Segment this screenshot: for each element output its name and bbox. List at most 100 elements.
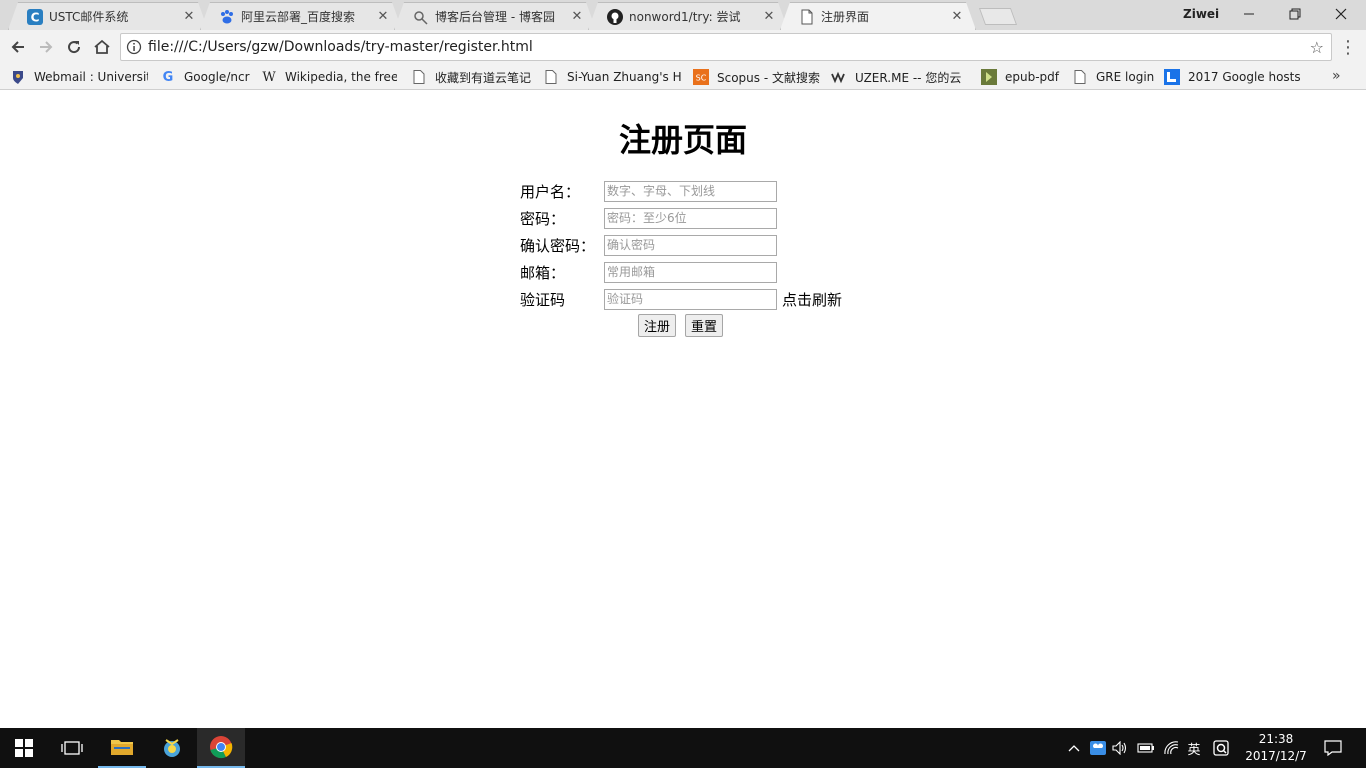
username-input[interactable] [604,180,777,202]
bookmark-google[interactable]: G Google/ncr [160,68,252,86]
action-center-icon[interactable] [1320,728,1346,768]
tab-cnblogs[interactable]: 博客后台管理 - 博客园 ✕ [394,2,596,30]
tab-ustc-mail[interactable]: C USTC邮件系统 ✕ [8,2,208,30]
tab-github[interactable]: nonword1/try: 尝试 ✕ [588,2,788,30]
wifi-icon[interactable] [1160,728,1182,768]
home-button[interactable] [90,35,114,59]
reset-button[interactable]: 重置 [685,314,724,337]
bookmark-label: epub-pdf [1005,70,1060,84]
epub-icon [981,69,997,85]
address-bar[interactable]: file:///C:/Users/gzw/Downloads/try-maste… [120,33,1332,61]
reload-button[interactable] [62,35,86,59]
cnblogs-icon [413,9,429,25]
restore-icon [1289,8,1301,20]
bookmark-label: UZER.ME -- 您的云 [855,70,962,85]
bookmark-google-hosts[interactable]: 2017 Google hosts [1164,68,1300,86]
cloud-sync-icon[interactable] [1088,728,1108,768]
forward-arrow-icon [40,41,53,53]
bookmark-label: 2017 Google hosts [1188,70,1300,84]
password-label: 密码： [520,209,566,228]
captcha-refresh-link[interactable]: 点击刷新 [782,289,842,310]
close-icon[interactable]: ✕ [949,9,965,25]
bookmark-label: Webmail : Universit [34,70,148,84]
url-text[interactable]: file:///C:/Users/gzw/Downloads/try-maste… [148,39,533,55]
page-content: 注册页面 用户名： 密码： 确认密码： 邮箱： 验证码 点击刷新 注册 重置 [0,91,1366,728]
bookmark-epub[interactable]: epub-pdf [981,68,1063,86]
minimize-button[interactable] [1226,0,1272,28]
svg-text:SC: SC [696,74,707,83]
blogger-icon [1164,69,1180,85]
captcha-input[interactable] [604,288,777,310]
back-arrow-icon [11,41,24,53]
folder-icon [111,740,133,755]
document-icon [411,69,427,85]
bookmark-label: Scopus - 文献搜索 [717,70,820,85]
tab-title: 注册界面 [821,10,870,24]
media-app-button[interactable] [148,728,196,768]
tab-register[interactable]: 注册界面 ✕ [780,2,976,30]
confirm-password-row: 确认密码： [520,234,777,256]
bookmark-wikipedia[interactable]: W Wikipedia, the free [261,68,397,86]
email-input[interactable] [604,261,777,283]
document-icon [1072,69,1088,85]
bookmark-youdao[interactable]: 收藏到有道云笔记 [411,68,535,86]
bookmark-uzer[interactable]: UZER.ME -- 您的云 [831,68,971,86]
menu-icon[interactable]: ⋮ [1339,35,1357,59]
show-hidden-icons-chevron-icon[interactable] [1064,728,1084,768]
username-label: 用户名： [520,182,581,201]
register-button[interactable]: 注册 [638,314,677,337]
tab-strip: C USTC邮件系统 ✕ 阿里云部署_百度搜索 ✕ 博客后台管理 - 博客园 ✕… [0,0,1366,30]
input-method-icon[interactable] [1210,728,1232,768]
close-icon[interactable]: ✕ [569,9,585,25]
email-row: 邮箱： [520,261,777,283]
start-button[interactable] [0,728,48,768]
bookmark-star-icon[interactable]: ☆ [1310,38,1324,57]
tab-title: nonword1/try: 尝试 [629,10,741,24]
page-title: 注册页面 [618,121,747,159]
ime-indicator[interactable]: 英 [1183,728,1205,768]
more-bookmarks-chevron-icon[interactable]: » [1332,68,1341,84]
chrome-icon [210,736,233,759]
email-label: 邮箱： [520,263,566,282]
clock[interactable]: 21:38 2017/12/7 [1238,731,1314,765]
volume-icon[interactable] [1110,728,1130,768]
scopus-icon: SC [693,69,709,85]
github-icon [607,9,623,25]
close-icon[interactable]: ✕ [181,9,197,25]
app-icon [164,739,180,757]
tab-title: 博客后台管理 - 博客园 [435,10,555,24]
restore-button[interactable] [1272,0,1318,28]
bookmark-label: Google/ncr [184,70,250,84]
profile-name[interactable]: Ziwei [1183,7,1219,21]
clock-time: 21:38 [1258,732,1294,746]
battery-icon[interactable] [1136,728,1156,768]
task-view-button[interactable] [48,728,96,768]
tab-baidu[interactable]: 阿里云部署_百度搜索 ✕ [200,2,402,30]
baidu-paw-icon [219,9,235,25]
tab-title: 阿里云部署_百度搜索 [241,10,356,24]
password-input[interactable] [604,207,777,229]
forward-button[interactable] [34,35,58,59]
new-tab-button[interactable] [978,8,1018,25]
back-button[interactable] [6,35,30,59]
university-crest-icon [10,69,26,85]
info-icon[interactable] [126,39,142,55]
bookmark-label: Wikipedia, the free [285,70,397,84]
close-window-button[interactable] [1318,0,1364,28]
windows-logo-icon [15,739,33,757]
bookmarks-bar: Webmail : Universit G Google/ncr W Wikip… [0,64,1366,90]
chrome-button[interactable] [197,728,245,768]
confirm-password-input[interactable] [604,234,777,256]
bookmark-gre[interactable]: GRE login [1072,68,1156,86]
bookmark-webmail[interactable]: Webmail : Universit [10,68,148,86]
bookmark-label: GRE login [1096,70,1155,84]
home-icon [94,39,110,54]
close-icon[interactable]: ✕ [761,9,777,25]
file-explorer-button[interactable] [98,728,146,768]
clock-date: 2017/12/7 [1245,749,1307,763]
wikipedia-icon: W [262,69,276,85]
bookmark-siyuan[interactable]: Si-Yuan Zhuang's H [543,68,681,86]
close-icon[interactable]: ✕ [375,9,391,25]
bookmark-scopus[interactable]: SC Scopus - 文献搜索 [693,68,823,86]
ustc-mail-icon: C [27,9,43,25]
